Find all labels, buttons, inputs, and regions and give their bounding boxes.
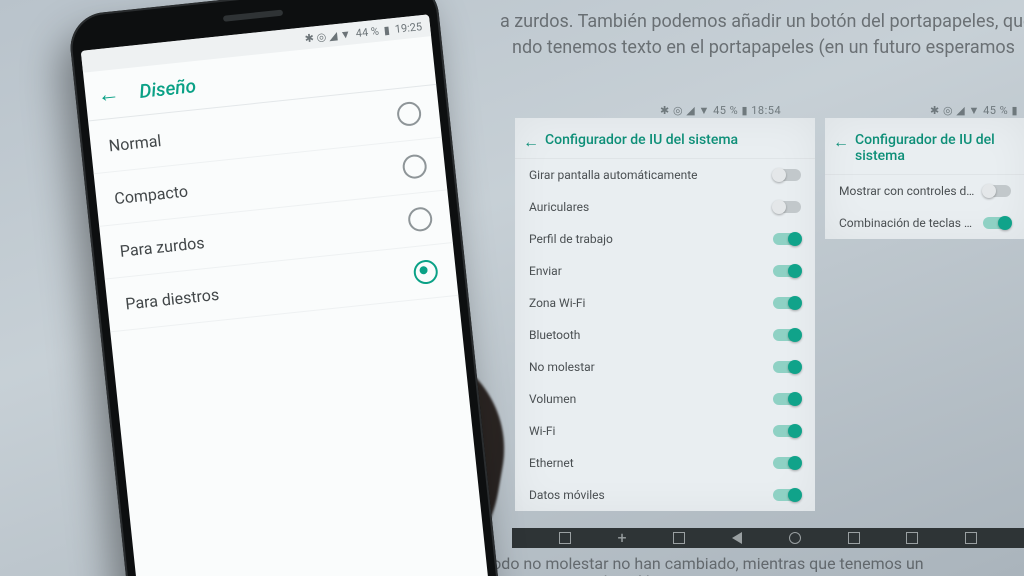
option-label: Compacto — [113, 181, 188, 208]
nav-back-icon — [732, 532, 742, 544]
nav-home-icon — [789, 532, 801, 544]
scene: a zurdos. También podemos añadir un botó… — [0, 0, 1024, 576]
phone-screen: ✱ ◎ ◢ ▼ 44 % ▮ 19:25 ← Diseño Normal Comp… — [81, 14, 490, 576]
nav-square-icon — [559, 532, 571, 544]
toggle-switch[interactable] — [773, 265, 801, 277]
bg-settings-right: ← Configurador de IU del sistema Mostrar… — [825, 118, 1024, 239]
nav-square-icon — [673, 532, 685, 544]
toggle-switch[interactable] — [773, 297, 801, 309]
option-label: Normal — [108, 131, 162, 155]
nav-square-icon — [906, 532, 918, 544]
bg-android-navbar: + — [512, 528, 1024, 548]
status-icons: ✱ ◎ ◢ ▼ — [304, 27, 351, 45]
toggle-switch[interactable] — [773, 457, 801, 469]
bg-toggle-row[interactable]: Enviar — [515, 255, 815, 287]
page-title: Diseño — [138, 74, 197, 103]
bg-toggle-row[interactable]: Volumen — [515, 383, 815, 415]
toggle-switch[interactable] — [773, 233, 801, 245]
nav-recent-icon — [848, 532, 860, 544]
bg-toggle-row[interactable]: Zona Wi-Fi — [515, 287, 815, 319]
bg-row-label: Combinación de teclas para los botones d… — [839, 216, 983, 230]
toggle-switch[interactable] — [773, 393, 801, 405]
nav-square-icon — [965, 532, 977, 544]
bg-toggle-row[interactable]: Datos móviles — [515, 479, 815, 511]
toggle-switch[interactable] — [983, 185, 1011, 197]
bg-row-label: Ethernet — [529, 456, 773, 470]
bg-row-label: Volumen — [529, 392, 773, 406]
bg-toggle-row[interactable]: Wi-Fi — [515, 415, 815, 447]
bg-toggle-row[interactable]: Auriculares — [515, 191, 815, 223]
bg-row-label: Perfil de trabajo — [529, 232, 773, 246]
bg-row-label: Enviar — [529, 264, 773, 278]
background-text-line: imizar con un gesto los vídeos que tenga… — [460, 570, 782, 576]
radio-button[interactable] — [396, 101, 422, 127]
bg-panel-title: Configurador de IU del sistema — [545, 132, 738, 148]
bg-toggle-row[interactable]: Girar pantalla automáticamente — [515, 159, 815, 191]
clock: 19:25 — [394, 20, 423, 36]
toggle-switch[interactable] — [773, 489, 801, 501]
toggle-switch[interactable] — [773, 169, 801, 181]
phone-device: ✱ ◎ ◢ ▼ 44 % ▮ 19:25 ← Diseño Normal Comp… — [67, 0, 503, 576]
background-text-line: ndo tenemos texto en el portapapeles (en… — [512, 34, 1015, 61]
options-list: Normal Compacto Para zurdos Para diestros — [88, 85, 458, 332]
bg-statusbar-left: ✱ ◎ ◢ ▼ 45 % ▮ 18:54 — [660, 104, 781, 117]
battery-percent: 44 % — [355, 24, 379, 39]
option-label: Para zurdos — [119, 233, 205, 261]
bg-row-label: Zona Wi-Fi — [529, 296, 773, 310]
bg-settings-left: ← Configurador de IU del sistema Girar p… — [515, 118, 815, 511]
nav-plus-icon: + — [618, 530, 627, 546]
bg-toggle-row[interactable]: Bluetooth — [515, 319, 815, 351]
bg-toggle-row[interactable]: Mostrar con controles de volumen — [825, 175, 1024, 207]
bg-panel-header: ← Configurador de IU del sistema — [825, 122, 1024, 175]
bg-row-label: Datos móviles — [529, 488, 773, 502]
battery-icon: ▮ — [383, 23, 390, 37]
bg-toggle-row[interactable]: Perfil de trabajo — [515, 223, 815, 255]
toggle-switch[interactable] — [983, 217, 1011, 229]
option-label: Para diestros — [124, 284, 220, 313]
bg-panel-title: Configurador de IU del sistema — [855, 132, 995, 164]
bg-row-label: Girar pantalla automáticamente — [529, 168, 773, 182]
bg-row-label: Bluetooth — [529, 328, 773, 342]
toggle-switch[interactable] — [773, 201, 801, 213]
radio-button[interactable] — [413, 259, 439, 285]
bg-panel-header: ← Configurador de IU del sistema — [515, 122, 815, 159]
phone-speaker — [223, 10, 283, 22]
bg-row-label: Auriculares — [529, 200, 773, 214]
toggle-switch[interactable] — [773, 425, 801, 437]
back-button[interactable]: ← — [96, 80, 121, 108]
radio-button[interactable] — [401, 153, 427, 179]
background-text-line: a zurdos. También podemos añadir un botó… — [500, 8, 1024, 35]
radio-button[interactable] — [407, 206, 433, 232]
bg-row-label: Wi-Fi — [529, 424, 773, 438]
bg-toggle-row[interactable]: Combinación de teclas para los botones d… — [825, 207, 1024, 239]
bg-toggle-row[interactable]: Ethernet — [515, 447, 815, 479]
bg-row-label: No molestar — [529, 360, 773, 374]
toggle-switch[interactable] — [773, 361, 801, 373]
back-arrow-icon: ← — [833, 132, 849, 152]
toggle-switch[interactable] — [773, 329, 801, 341]
back-arrow-icon: ← — [523, 132, 539, 152]
bg-row-label: Mostrar con controles de volumen — [839, 184, 983, 198]
bg-toggle-row[interactable]: No molestar — [515, 351, 815, 383]
